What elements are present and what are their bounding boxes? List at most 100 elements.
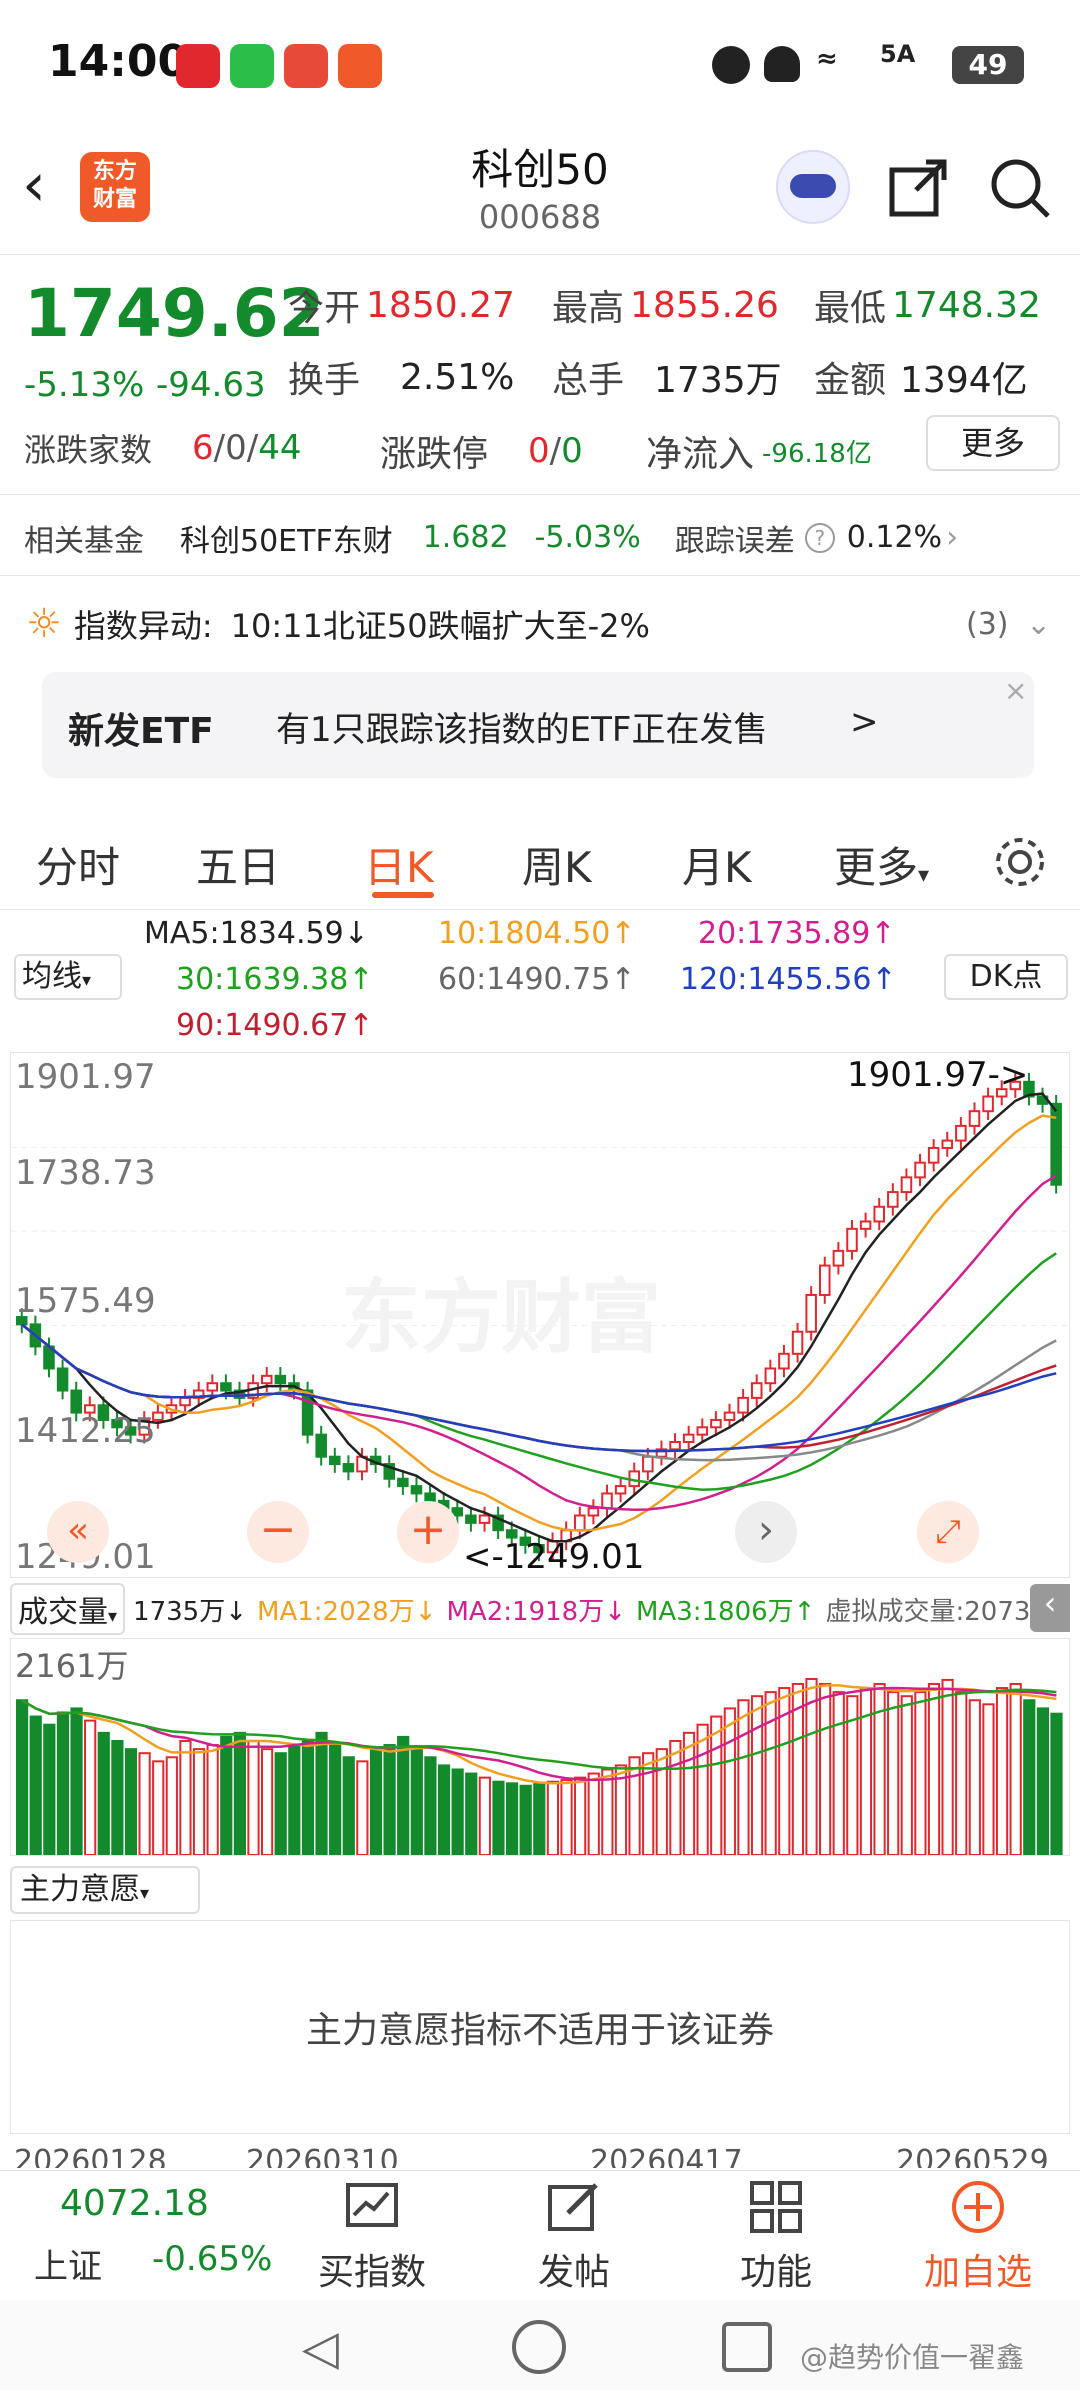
index-value[interactable]: 4072.18 (60, 2183, 209, 2224)
volume-selector[interactable]: 成交量▾ (10, 1583, 126, 1635)
candle (465, 1514, 477, 1524)
candle (601, 1492, 613, 1510)
ma60-value: 60:1490.75↑ (438, 962, 636, 997)
volume-bar (29, 1715, 42, 1855)
help-icon[interactable]: ? (804, 522, 835, 553)
tab-five-day[interactable]: 五日 (196, 834, 280, 895)
volume-bar (710, 1715, 723, 1855)
zoom-out-button[interactable]: − (247, 1501, 309, 1563)
candle (682, 1433, 695, 1444)
volume-bar (982, 1703, 995, 1855)
max-marker: 1901.97-> (847, 1055, 1029, 1095)
ma30-value: 30:1639.38↑ (176, 962, 374, 997)
volume-bar (192, 1748, 206, 1855)
volume-bar (737, 1699, 750, 1855)
assistant-avatar[interactable] (776, 150, 850, 224)
candle (791, 1330, 804, 1355)
amount-field: 金额 1394亿 (814, 360, 1028, 401)
ma120-value: 120:1455.56↑ (680, 962, 897, 997)
more-button[interactable]: 更多 (926, 415, 1060, 471)
battery-indicator: 49 (952, 46, 1024, 84)
tab-more[interactable]: 更多▾ (834, 834, 929, 895)
nav-back-icon[interactable]: ◁ (302, 2320, 339, 2376)
scroll-left-button[interactable]: « (47, 1501, 109, 1563)
volume-bar (165, 1756, 178, 1855)
candle (805, 1293, 817, 1333)
volume-bar (1036, 1707, 1049, 1855)
system-nav: ◁ @趋势价值一翟鑫 (0, 2300, 1080, 2390)
kline-chart[interactable]: 东方财富 1901.97 1738.73 1575.49 1412.25 124… (10, 1052, 1070, 1578)
volume-bar (274, 1752, 287, 1855)
volume-bar (601, 1768, 614, 1855)
fund-name[interactable]: 科创50ETF东财 (180, 516, 393, 560)
volume-bar (465, 1772, 478, 1855)
ma-selector[interactable]: 均线▾ (14, 954, 122, 1000)
search-icon[interactable] (988, 156, 1052, 220)
tab-monthly-k[interactable]: 月K (682, 834, 752, 895)
tab-weekly-k[interactable]: 周K (522, 834, 592, 895)
user-watermark: @趋势价值一翟鑫 (800, 2341, 1025, 2374)
volume-max-label: 2161万 (15, 1647, 129, 1685)
virtual-volume: 虚拟成交量:2073万 (825, 1596, 1057, 1627)
volume-bar (492, 1780, 505, 1855)
buy-index-button[interactable]: 买指数 (292, 2179, 452, 2295)
index-name[interactable]: 上证 (34, 2239, 102, 2288)
functions-button[interactable]: 功能 (696, 2179, 856, 2295)
fund-price: 1.682 (422, 520, 509, 555)
nav-recents-icon[interactable] (722, 2322, 772, 2372)
volume-bar (519, 1784, 532, 1855)
next-button[interactable]: › (735, 1501, 797, 1563)
ma5-value: MA5:1834.59↓ (144, 916, 369, 951)
index-change[interactable]: -0.65% (152, 2239, 272, 2279)
volume-bar (424, 1756, 437, 1855)
close-icon[interactable]: × (1004, 674, 1027, 707)
last-price: 1749.62 (24, 275, 325, 352)
volume-bar (968, 1699, 981, 1855)
nav-home-icon[interactable] (512, 2320, 566, 2374)
post-button[interactable]: 发帖 (494, 2179, 654, 2295)
volume-bar (887, 1691, 900, 1855)
index-alert-row[interactable]: ☼ 指数异动: 10:11北证50跌幅扩大至-2% (3) ⌄ (0, 586, 1080, 662)
ma10-value: 10:1804.50↑ (438, 916, 636, 951)
volume-bar (301, 1739, 315, 1855)
candle (206, 1382, 219, 1392)
tab-daily-k[interactable]: 日K (364, 834, 434, 895)
dk-point-selector[interactable]: DK点 (944, 954, 1068, 1000)
volume-bar (764, 1691, 777, 1855)
volume-bar (832, 1691, 845, 1855)
high-field: 最高 1855.26 (552, 284, 779, 330)
tab-intraday[interactable]: 分时 (36, 834, 120, 895)
zoom-in-button[interactable]: + (397, 1501, 459, 1563)
volume-ma2: MA2:1918万↓ (446, 1596, 626, 1627)
volume-bar (805, 1678, 818, 1855)
candle (900, 1176, 913, 1194)
collapse-icon[interactable]: ‹ (1030, 1584, 1070, 1632)
add-watchlist-button[interactable]: 加自选 (898, 2179, 1058, 2295)
candle (329, 1455, 341, 1466)
volume-bar (560, 1779, 573, 1855)
change-pct: -5.13% (24, 365, 145, 405)
notification-app-icon (176, 44, 220, 88)
candle (260, 1374, 273, 1385)
volume-bar (669, 1739, 682, 1855)
volume-legend: 成交量▾ 1735万↓ MA1:2028万↓ MA2:1918万↓ MA3:18… (10, 1583, 1070, 1635)
volume-bar (56, 1711, 70, 1855)
volume-bar (437, 1764, 451, 1855)
volume-bar (138, 1752, 151, 1855)
related-fund-row[interactable]: 相关基金 科创50ETF东财 1.682 -5.03% 跟踪误差 ? 0.12%… (0, 500, 1080, 576)
ytick-label: 1738.73 (15, 1153, 156, 1193)
volume-bar (682, 1731, 696, 1855)
volume-bar (750, 1695, 764, 1855)
settings-icon[interactable] (992, 834, 1048, 890)
intent-selector[interactable]: 主力意愿▾ (10, 1866, 200, 1914)
wifi-icon: ≈ (816, 44, 838, 74)
volume-bar (914, 1691, 927, 1855)
chevron-down-icon[interactable]: ⌄ (1026, 607, 1051, 642)
volume-bar (505, 1782, 519, 1855)
volume-bar (927, 1682, 941, 1855)
candle (410, 1485, 423, 1495)
tracking-error: 0.12% (846, 520, 943, 555)
etf-banner[interactable]: 新发ETF 有1只跟踪该指数的ETF正在发售 > × (42, 672, 1034, 778)
fullscreen-icon[interactable]: ⤢ (917, 1501, 979, 1563)
share-icon[interactable] (886, 156, 950, 220)
